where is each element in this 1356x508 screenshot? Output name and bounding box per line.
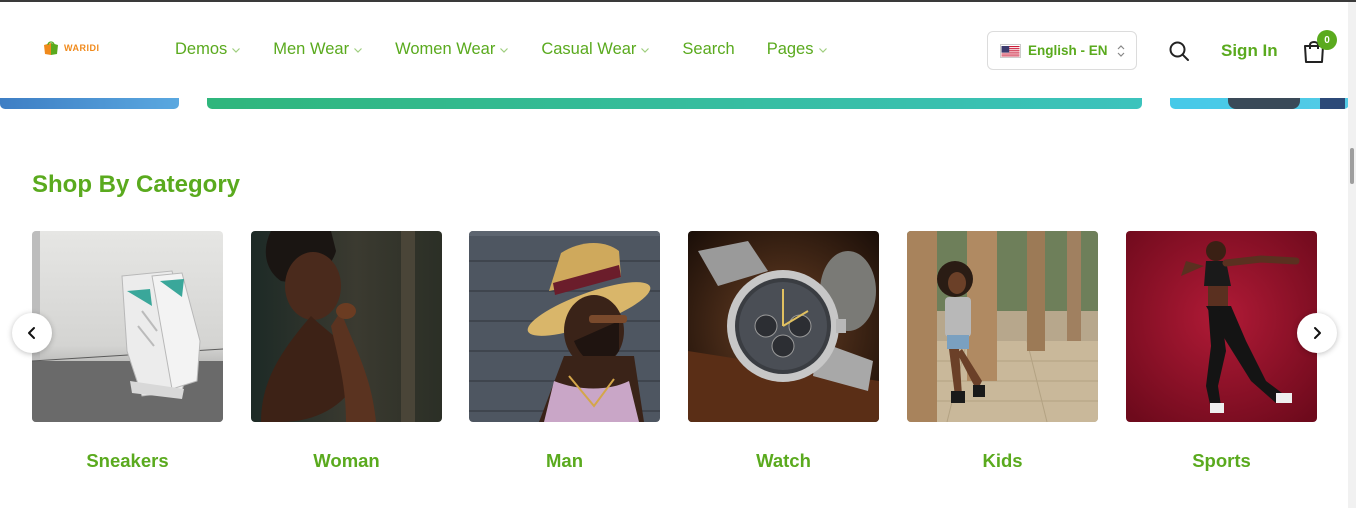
category-image-man[interactable]	[469, 231, 660, 422]
category-image-woman[interactable]	[251, 231, 442, 422]
nav-item-label: Demos	[175, 40, 228, 58]
brand-logo[interactable]: WARIDI	[42, 40, 100, 56]
nav-item-search[interactable]: Search	[682, 40, 734, 59]
white-sneakers-photo	[32, 231, 223, 422]
nav-item-label: Women Wear	[395, 40, 496, 58]
main-navigation: Demos Men Wear Women Wear Casual Wear Se…	[175, 40, 860, 59]
nav-item-casual-wear[interactable]: Casual Wear	[541, 40, 650, 59]
category-image-kids[interactable]	[907, 231, 1098, 422]
silver-chronograph-watch-photo	[688, 231, 879, 422]
nav-item-pages[interactable]: Pages	[767, 40, 828, 59]
nav-item-label: Pages	[766, 40, 814, 58]
category-image-sneakers[interactable]	[32, 231, 223, 422]
category-image-watch[interactable]	[688, 231, 879, 422]
category-label-sports[interactable]: Sports	[1126, 450, 1317, 472]
nav-item-label: Casual Wear	[541, 40, 637, 58]
chevron-down-icon	[500, 47, 509, 53]
carousel-next-button[interactable]	[1297, 313, 1337, 353]
woman-portrait-photo	[251, 231, 442, 422]
chevron-right-icon	[1314, 327, 1321, 339]
nav-item-men-wear[interactable]: Men Wear	[273, 40, 363, 59]
nav-item-label: Search	[682, 40, 735, 58]
section-title: Shop By Category	[32, 171, 241, 198]
cart-count-badge: 0	[1317, 30, 1337, 50]
hero-slide-next-peek[interactable]	[1170, 98, 1349, 109]
nav-item-women-wear[interactable]: Women Wear	[395, 40, 509, 59]
category-label-woman[interactable]: Woman	[251, 450, 442, 472]
sign-in-link[interactable]: Sign In	[1221, 41, 1278, 61]
chevron-down-icon	[818, 47, 827, 53]
site-header: WARIDI Demos Men Wear Women Wear Casual …	[0, 2, 1348, 98]
language-selector[interactable]: English - EN	[987, 31, 1137, 70]
scrollbar-thumb[interactable]	[1350, 148, 1354, 184]
category-label-kids[interactable]: Kids	[907, 450, 1098, 472]
chevron-down-icon	[354, 47, 363, 53]
carousel-prev-button[interactable]	[12, 313, 52, 353]
category-label-watch[interactable]: Watch	[688, 450, 879, 472]
nav-item-demos[interactable]: Demos	[175, 40, 241, 59]
man-straw-hat-photo	[469, 231, 660, 422]
girl-posing-photo	[907, 231, 1098, 422]
shopping-bag-logo-icon	[42, 40, 60, 56]
category-image-sports[interactable]	[1126, 231, 1317, 422]
category-label-sneakers[interactable]: Sneakers	[32, 450, 223, 472]
hero-slide-prev-peek[interactable]	[0, 98, 179, 109]
chevron-down-icon	[232, 47, 241, 53]
category-label-man[interactable]: Man	[469, 450, 660, 472]
hero-slide-current-peek[interactable]	[207, 98, 1142, 109]
language-label: English - EN	[1028, 43, 1108, 58]
search-icon[interactable]	[1168, 40, 1190, 62]
us-flag-icon	[1000, 43, 1021, 58]
athlete-jumping-photo	[1126, 231, 1317, 422]
nav-item-label: Men Wear	[273, 40, 350, 58]
page-scrollbar[interactable]	[1348, 2, 1356, 508]
select-arrows-icon	[1117, 45, 1125, 57]
logo-wordmark: WARIDI	[64, 43, 100, 53]
chevron-down-icon	[641, 47, 650, 53]
chevron-left-icon	[28, 327, 35, 339]
